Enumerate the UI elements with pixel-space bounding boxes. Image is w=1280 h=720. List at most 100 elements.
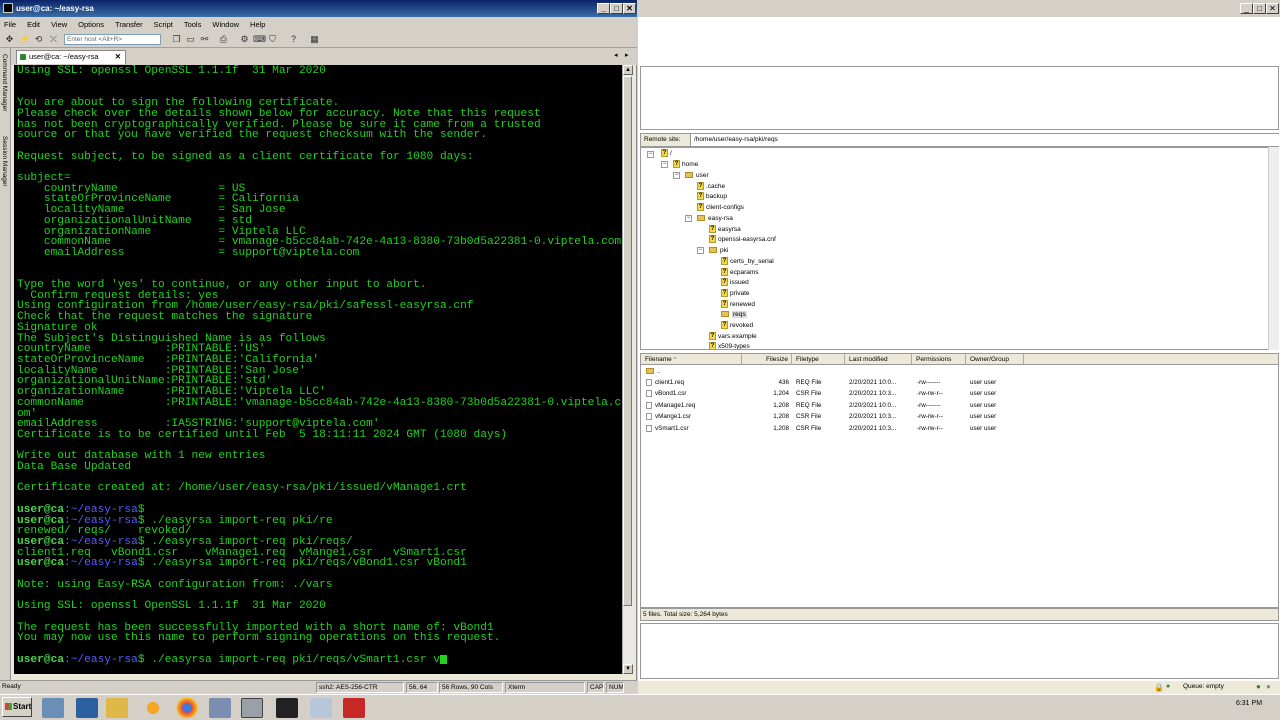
menu-help[interactable]: Help	[250, 20, 265, 29]
tree-item-revoked[interactable]: ? revoked	[721, 320, 753, 331]
tree-item-root[interactable]: ? /	[661, 148, 672, 159]
maximize-button[interactable]: □	[610, 3, 623, 14]
terminal-taskbar-icon[interactable]	[276, 698, 298, 718]
menu-transfer[interactable]: Transfer	[115, 20, 143, 29]
expand-toggle[interactable]: −	[661, 161, 668, 168]
disconnect-icon[interactable]: ⤫	[48, 34, 59, 45]
tree-item-client-configs[interactable]: ? client-configs	[697, 202, 744, 213]
expand-toggle[interactable]: −	[697, 247, 704, 254]
tab-session[interactable]: user@ca: ~/easy-rsa ✕	[16, 50, 126, 64]
tree-scrollbar[interactable]	[1268, 147, 1279, 350]
sort-arrow-icon: ^	[673, 356, 677, 363]
remote-path-input[interactable]: /home/user/easy-rsa/pki/reqs	[690, 134, 1279, 146]
col-permissions[interactable]: Permissions	[912, 354, 966, 365]
firefox-icon[interactable]	[142, 698, 164, 718]
explorer-icon[interactable]	[106, 698, 128, 718]
command-manager-tab[interactable]: Command Manager	[1, 54, 8, 111]
status-term: Xterm	[505, 682, 585, 693]
reconnect-icon[interactable]: ⟲	[33, 34, 44, 45]
table-row[interactable]: vManage1.req 1,208 REQ File 2/20/2021 10…	[641, 400, 1280, 411]
sftp-icon[interactable]: ⛉	[267, 34, 278, 45]
map-icon[interactable]: ▦	[309, 34, 320, 45]
scroll-down-icon[interactable]: ▼	[623, 664, 633, 674]
table-row[interactable]: vSmart1.csr 1,208 CSR File 2/20/2021 10:…	[641, 423, 1280, 434]
terminal-view[interactable]: Using SSL: openssl OpenSSL 1.1.1f 31 Mar…	[14, 65, 622, 674]
fz-minimize-button[interactable]: _	[1240, 3, 1253, 14]
col-filesize[interactable]: Filesize	[742, 354, 792, 365]
col-last-modified[interactable]: Last modified	[845, 354, 912, 365]
tab-next-icon[interactable]: ▸	[625, 51, 629, 59]
paste-icon[interactable]: ▭	[185, 34, 196, 45]
unknown-folder-icon: ?	[721, 289, 728, 298]
filezilla-taskbar-icon[interactable]	[343, 698, 365, 718]
settings-icon[interactable]: ⚙	[239, 34, 250, 45]
col-owner-group[interactable]: Owner/Group	[966, 354, 1024, 365]
tree-item-x509-types[interactable]: ? x509-types	[709, 341, 750, 350]
expand-toggle[interactable]: −	[647, 151, 654, 158]
menu-window[interactable]: Window	[212, 20, 239, 29]
server-manager-icon[interactable]	[42, 698, 64, 718]
menu-tools[interactable]: Tools	[184, 20, 202, 29]
menu-view[interactable]: View	[51, 20, 67, 29]
file-icon	[646, 412, 652, 420]
quick-connect-icon[interactable]: ⚡	[19, 34, 30, 45]
tree-item-easy-rsa[interactable]: easy-rsa	[697, 213, 733, 224]
tree-item-private[interactable]: ? private	[721, 288, 750, 299]
find-icon[interactable]: ⚯	[199, 34, 210, 45]
table-row[interactable]: vBond1.csr 1,204 CSR File 2/20/2021 10:3…	[641, 388, 1280, 399]
unknown-folder-icon: ?	[673, 160, 680, 169]
col-filename[interactable]: Filename ^	[641, 354, 742, 365]
menu-script[interactable]: Script	[154, 20, 173, 29]
menu-file[interactable]: File	[4, 20, 16, 29]
fz-maximize-button[interactable]: □	[1253, 3, 1266, 14]
tree-item-home[interactable]: ? home	[673, 159, 698, 170]
close-button[interactable]: ✕	[623, 3, 636, 14]
host-input[interactable]: Enter host <Alt+R>	[64, 34, 161, 45]
chrome-icon[interactable]	[176, 698, 198, 718]
menu-edit[interactable]: Edit	[27, 20, 40, 29]
table-row[interactable]: client1.req 436 REQ File 2/20/2021 10:0.…	[641, 377, 1280, 388]
menu-bar: File Edit View Options Transfer Script T…	[0, 17, 637, 31]
expand-toggle[interactable]: −	[673, 172, 680, 179]
minimize-button[interactable]: _	[597, 3, 610, 14]
tree-item-openssl-cnf[interactable]: ? openssl-easyrsa.cnf	[709, 234, 776, 245]
transfer-queue	[640, 623, 1279, 679]
tree-item-backup[interactable]: ? backup	[697, 191, 727, 202]
powershell-icon[interactable]	[76, 698, 98, 718]
title-bar[interactable]: user@ca: ~/easy-rsa _ □ ✕	[0, 0, 637, 17]
table-row[interactable]: vMange1.csr 1,208 CSR File 2/20/2021 10:…	[641, 411, 1280, 422]
remote-site-label: Remote site:	[644, 136, 681, 143]
connect-icon[interactable]: ✥	[4, 34, 15, 45]
copy-icon[interactable]: ❐	[171, 34, 182, 45]
help-icon[interactable]: ?	[288, 34, 299, 45]
print-icon[interactable]: ⎙	[218, 34, 229, 45]
start-button[interactable]: Start	[2, 697, 32, 717]
keymap-icon[interactable]: ⌨	[253, 34, 266, 45]
tree-item-certs-by-serial[interactable]: ? certs_by_serial	[721, 256, 774, 267]
unknown-folder-icon: ?	[697, 182, 704, 191]
network-tool-icon[interactable]	[209, 698, 231, 718]
list-item-parent[interactable]: ..	[641, 366, 1280, 377]
tree-item-issued[interactable]: ? issued	[721, 277, 749, 288]
notepad-icon[interactable]	[310, 698, 332, 718]
status-cursor-pos: 56, 64	[406, 682, 438, 693]
side-panel-bar: Command Manager Session Manager	[0, 48, 11, 680]
menu-options[interactable]: Options	[78, 20, 104, 29]
unknown-folder-icon: ?	[709, 342, 716, 350]
scroll-thumb[interactable]	[623, 76, 632, 606]
terminal-app-icon	[3, 3, 13, 13]
tree-item-reqs[interactable]: reqs	[721, 309, 747, 320]
status-size: 56 Rows, 90 Cols	[439, 682, 503, 693]
securecrt-taskbar-icon[interactable]	[241, 698, 263, 718]
tab-prev-icon[interactable]: ◂	[614, 51, 618, 59]
scroll-up-icon[interactable]: ▲	[623, 65, 633, 75]
col-filetype[interactable]: Filetype	[792, 354, 845, 365]
fz-close-button[interactable]: ✕	[1266, 3, 1279, 14]
tree-item-user[interactable]: user	[685, 170, 709, 181]
expand-toggle[interactable]: −	[685, 215, 692, 222]
tab-close-icon[interactable]: ✕	[115, 51, 121, 63]
tree-item-pki[interactable]: pki	[709, 245, 728, 256]
status-ready: Ready	[2, 683, 21, 690]
filezilla-title-bar[interactable]: _ □ ✕	[638, 0, 1280, 17]
session-manager-tab[interactable]: Session Manager	[1, 136, 8, 187]
